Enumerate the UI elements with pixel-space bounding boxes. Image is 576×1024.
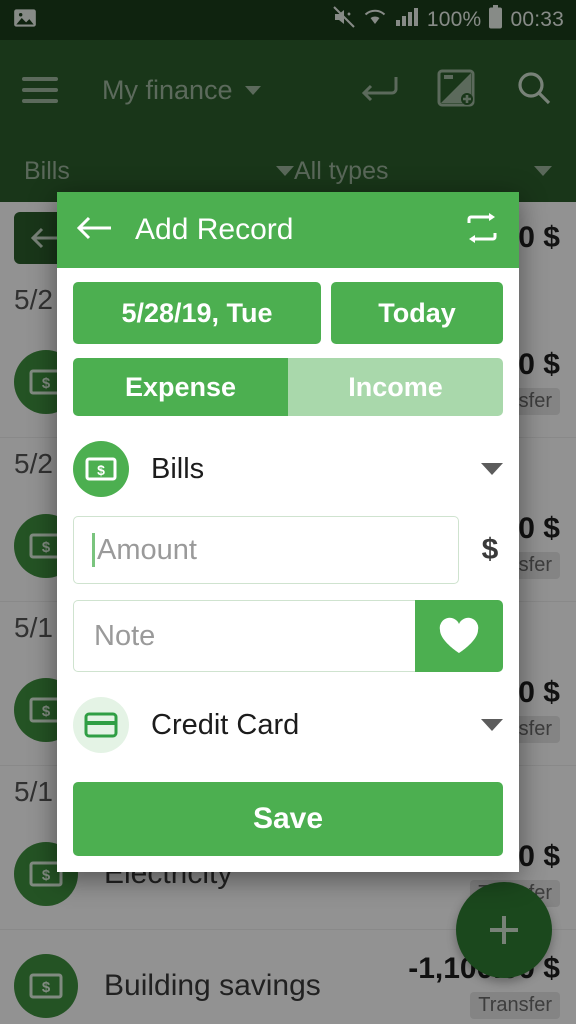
chevron-down-icon xyxy=(481,719,503,731)
favorite-button[interactable] xyxy=(415,600,503,672)
amount-row: Amount $ xyxy=(73,516,503,584)
category-selector[interactable]: $ Bills xyxy=(73,426,503,512)
account-label: Credit Card xyxy=(151,708,300,741)
repeat-icon[interactable] xyxy=(463,211,501,250)
dialog-body: 5/28/19, Tue Today Expense Income $ Bill… xyxy=(57,268,519,872)
bill-icon: $ xyxy=(73,441,129,497)
tab-income[interactable]: Income xyxy=(288,358,503,416)
amount-input[interactable]: Amount xyxy=(73,516,459,584)
today-button[interactable]: Today xyxy=(331,282,503,344)
heart-icon xyxy=(439,617,479,653)
currency-symbol: $ xyxy=(481,533,499,566)
credit-card-icon xyxy=(73,697,129,753)
note-row: Note xyxy=(73,600,503,672)
add-record-dialog: Add Record 5/28/19, Tue Today Expense In… xyxy=(57,192,519,872)
svg-text:$: $ xyxy=(97,462,105,478)
dialog-header: Add Record xyxy=(57,192,519,268)
tab-expense[interactable]: Expense xyxy=(73,358,288,416)
note-input[interactable]: Note xyxy=(73,600,415,672)
category-label: Bills xyxy=(151,452,205,485)
chevron-down-icon xyxy=(481,463,503,475)
save-button[interactable]: Save xyxy=(73,782,503,856)
type-segmented-control: Expense Income xyxy=(73,358,503,416)
date-button[interactable]: 5/28/19, Tue xyxy=(73,282,321,344)
phone-screen: 100% 00:33 My finance Bills All types 0 … xyxy=(0,0,576,1024)
note-placeholder: Note xyxy=(94,619,156,652)
text-cursor xyxy=(92,533,95,567)
date-row: 5/28/19, Tue Today xyxy=(73,282,503,344)
amount-placeholder: Amount xyxy=(97,533,197,566)
arrow-left-icon[interactable] xyxy=(75,214,113,247)
account-selector[interactable]: Credit Card xyxy=(73,682,503,768)
save-row: Save xyxy=(73,772,503,872)
dialog-title: Add Record xyxy=(135,213,294,246)
